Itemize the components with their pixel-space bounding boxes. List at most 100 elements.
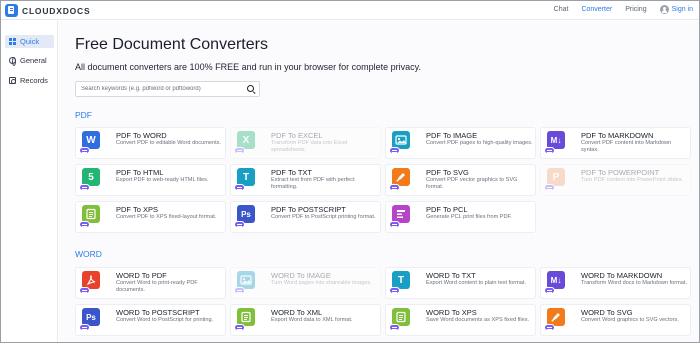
- page-title: Free Document Converters: [75, 36, 268, 53]
- card-description: Convert PDF to editable Word documents.: [116, 140, 221, 146]
- card-title: PDF To TXT: [271, 168, 312, 177]
- converter-card[interactable]: X PDF To EXCEL Transform PDF data into Exc…: [230, 127, 381, 159]
- word-converter-grid: WORD To PDF Convert Word to print-ready P…: [75, 267, 691, 336]
- converter-card[interactable]: PDF To XPS Convert PDF to XPS fixed-layou…: [75, 201, 226, 233]
- card-description: Convert PDF pages to high-quality images…: [426, 140, 533, 146]
- converter-card[interactable]: PDF To IMAGE Convert PDF pages to high-qu…: [385, 127, 536, 159]
- pdf-converter-grid: W PDF To WORD Convert PDF to editable Word…: [75, 127, 691, 233]
- card-description: Convert PDF to XPS fixed-layout format.: [116, 214, 217, 220]
- sign-in-button[interactable]: Sign in: [659, 5, 693, 14]
- sidebar-item-label: Quick: [20, 37, 40, 46]
- card-description: Transform PDF data into Excel spreadshee…: [271, 140, 348, 153]
- convert-arrows-icon: [234, 324, 245, 331]
- converter-card[interactable]: W PDF To WORD Convert PDF to editable Word…: [75, 127, 226, 159]
- convert-arrows-icon: [79, 287, 90, 294]
- nav-chat[interactable]: Chat: [554, 6, 569, 13]
- converter-card[interactable]: WORD To SVG Convert Word graphics to SVG …: [540, 304, 691, 336]
- converter-card[interactable]: M↓ PDF To MARKDOWN Convert PDF content int…: [540, 127, 691, 159]
- card-title: WORD To MARKDOWN: [581, 271, 663, 280]
- card-description: Export PDF to web-ready HTML files.: [116, 177, 209, 183]
- converter-card[interactable]: WORD To XPS Save Word documents as XPS fi…: [385, 304, 536, 336]
- icon-glyph: 5: [88, 171, 94, 183]
- search-box: [75, 81, 260, 97]
- convert-arrows-icon: [234, 184, 245, 191]
- nav-pricing[interactable]: Pricing: [625, 6, 646, 13]
- convert-arrows-icon: [389, 221, 400, 228]
- converter-card[interactable]: WORD To PDF Convert Word to print-ready P…: [75, 267, 226, 299]
- top-header: CLOUDXDOCS Chat Converter Pricing Sign i…: [1, 1, 699, 20]
- card-description: Convert Word graphics to SVG vectors.: [581, 317, 679, 323]
- card-title: WORD To PDF: [116, 271, 167, 280]
- card-title: WORD To SVG: [581, 308, 633, 317]
- convert-arrows-icon: [234, 287, 245, 294]
- card-title: PDF To WORD: [116, 131, 167, 140]
- card-title: PDF To SVG: [426, 168, 469, 177]
- search-icon[interactable]: [245, 83, 257, 95]
- card-title: PDF To EXCEL: [271, 131, 323, 140]
- logo-text: CLOUDXDOCS: [22, 5, 91, 16]
- sidebar-item-label: Records: [20, 76, 48, 85]
- convert-arrows-icon: [544, 184, 555, 191]
- convert-arrows-icon: [389, 184, 400, 191]
- converter-card[interactable]: PDF To SVG Convert PDF vector graphics to…: [385, 164, 536, 196]
- card-title: WORD To TXT: [426, 271, 476, 280]
- convert-arrows-icon: [544, 324, 555, 331]
- card-title: PDF To PCL: [426, 205, 468, 214]
- card-title: WORD To POSTSCRIPT: [116, 308, 200, 317]
- card-title: WORD To IMAGE: [271, 271, 331, 280]
- convert-arrows-icon: [544, 147, 555, 154]
- converter-card[interactable]: WORD To XML Export Word data to XML forma…: [230, 304, 381, 336]
- card-description: Convert PDF to PostScript printing forma…: [271, 214, 376, 220]
- sidebar: Quick General Records: [1, 21, 58, 342]
- page-subtitle: All document converters are 100% FREE an…: [75, 62, 421, 72]
- card-title: PDF To POWERPOINT: [581, 168, 660, 177]
- sign-in-label: Sign in: [671, 6, 693, 13]
- converter-card[interactable]: P PDF To POWERPOINT Turn PDF content into …: [540, 164, 691, 196]
- icon-glyph: M↓: [550, 275, 562, 285]
- card-title: WORD To XPS: [426, 308, 477, 317]
- converter-card[interactable]: M↓ WORD To MARKDOWN Transform Word docs to…: [540, 267, 691, 299]
- sidebar-item-general[interactable]: General: [5, 54, 54, 67]
- convert-arrows-icon: [389, 287, 400, 294]
- card-description: Convert PDF content into Markdown syntax…: [581, 140, 672, 153]
- logo-document-icon: [5, 4, 18, 17]
- converter-card[interactable]: PDF To PCL Generate PCL print files from …: [385, 201, 536, 233]
- card-description: Save Word documents as XPS fixed files.: [426, 317, 530, 323]
- card-title: PDF To HTML: [116, 168, 164, 177]
- icon-glyph: Ps: [86, 312, 96, 322]
- card-title: PDF To POSTSCRIPT: [271, 205, 346, 214]
- convert-arrows-icon: [79, 324, 90, 331]
- section-label-word: WORD: [75, 249, 102, 259]
- icon-glyph: X: [242, 134, 250, 146]
- icon-glyph: M↓: [550, 135, 562, 145]
- card-description: Export Word data to XML format.: [271, 317, 353, 323]
- converter-card[interactable]: 5 PDF To HTML Export PDF to web-ready HTML…: [75, 164, 226, 196]
- top-nav: Chat Converter Pricing Sign in: [554, 5, 693, 14]
- nav-converter[interactable]: Converter: [581, 6, 612, 13]
- records-icon: [9, 77, 16, 84]
- convert-arrows-icon: [79, 184, 90, 191]
- card-description: Generate PCL print files from PDF.: [426, 214, 512, 220]
- converter-card[interactable]: T PDF To TXT Extract text from PDF with pe…: [230, 164, 381, 196]
- convert-arrows-icon: [79, 221, 90, 228]
- card-title: WORD To XML: [271, 308, 323, 317]
- app-window: CLOUDXDOCS Chat Converter Pricing Sign i…: [0, 0, 700, 343]
- card-description: Convert Word to PostScript for printing.: [116, 317, 214, 323]
- sidebar-item-quick[interactable]: Quick: [5, 35, 54, 48]
- logo[interactable]: CLOUDXDOCS: [5, 4, 90, 17]
- sidebar-item-records[interactable]: Records: [5, 74, 54, 87]
- converter-card[interactable]: WORD To IMAGE Turn Word pages into sharea…: [230, 267, 381, 299]
- card-description: Convert Word to print-ready PDF document…: [116, 280, 198, 293]
- card-title: PDF To IMAGE: [426, 131, 478, 140]
- icon-glyph: Ps: [241, 209, 251, 219]
- search-input[interactable]: [76, 82, 241, 96]
- card-description: Extract text from PDF with perfect forma…: [271, 177, 355, 190]
- main-content: Free Document Converters All document co…: [59, 21, 699, 342]
- sidebar-item-label: General: [20, 56, 47, 65]
- converter-card[interactable]: Ps WORD To POSTSCRIPT Convert Word to Post…: [75, 304, 226, 336]
- convert-arrows-icon: [544, 287, 555, 294]
- converter-card[interactable]: Ps PDF To POSTSCRIPT Convert PDF to PostSc…: [230, 201, 381, 233]
- card-title: PDF To MARKDOWN: [581, 131, 654, 140]
- converter-card[interactable]: T WORD To TXT Export Word content to plain…: [385, 267, 536, 299]
- globe-icon: [9, 57, 16, 66]
